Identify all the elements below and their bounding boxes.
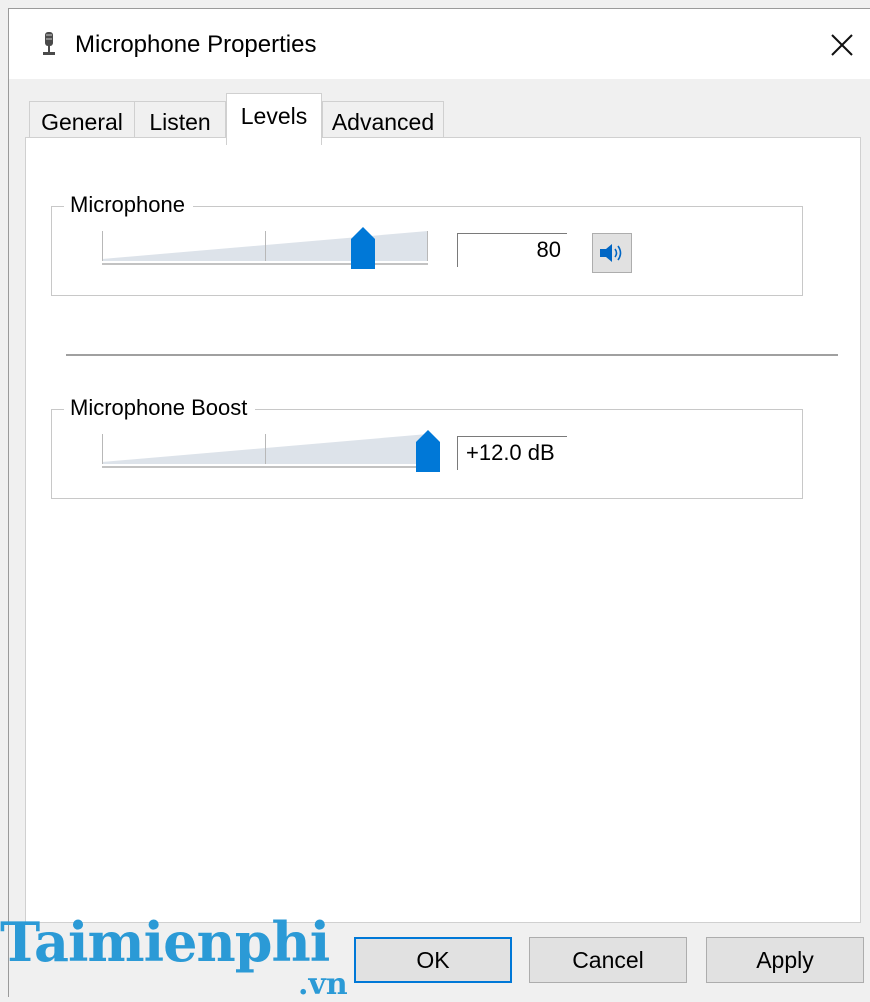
tab-strip: General Listen Levels Advanced: [29, 93, 449, 145]
apply-button[interactable]: Apply: [706, 937, 864, 983]
cancel-button[interactable]: Cancel: [529, 937, 687, 983]
microphone-group: Microphone 80: [51, 190, 803, 296]
microphone-boost-value[interactable]: +12.0 dB: [457, 436, 567, 470]
slider-tick: [427, 231, 428, 261]
slider-tick: [265, 434, 266, 464]
microphone-boost-group: Microphone Boost +12.0 dB: [51, 393, 803, 499]
watermark-domain: .vn: [298, 967, 348, 1002]
slider-thumb[interactable]: [351, 227, 375, 269]
mute-button[interactable]: [592, 233, 632, 273]
properties-dialog: Microphone Properties General Listen Lev…: [8, 8, 870, 997]
microphone-boost-slider[interactable]: [102, 428, 440, 472]
microphone-boost-group-label: Microphone Boost: [64, 393, 256, 423]
slider-baseline: [102, 466, 428, 468]
window-title: Microphone Properties: [75, 31, 317, 58]
levels-panel: Microphone 80 Microphone Boost +12.0 dB: [25, 137, 861, 923]
slider-thumb[interactable]: [416, 430, 440, 472]
slider-tick: [102, 231, 103, 261]
microphone-level-slider[interactable]: [102, 225, 432, 269]
group-separator: [66, 354, 838, 356]
ok-button[interactable]: OK: [354, 937, 512, 983]
title-bar: Microphone Properties: [9, 9, 870, 79]
microphone-icon: [39, 31, 59, 59]
slider-tick: [102, 434, 103, 464]
close-icon: [831, 34, 853, 56]
slider-tick: [265, 231, 266, 261]
microphone-level-value[interactable]: 80: [457, 233, 567, 267]
speaker-icon: [600, 244, 622, 262]
watermark-logo: Taimienphi: [0, 910, 330, 974]
slider-baseline: [102, 263, 428, 265]
close-button[interactable]: [822, 25, 862, 65]
tab-levels[interactable]: Levels: [226, 93, 322, 145]
microphone-group-label: Microphone: [64, 190, 193, 220]
